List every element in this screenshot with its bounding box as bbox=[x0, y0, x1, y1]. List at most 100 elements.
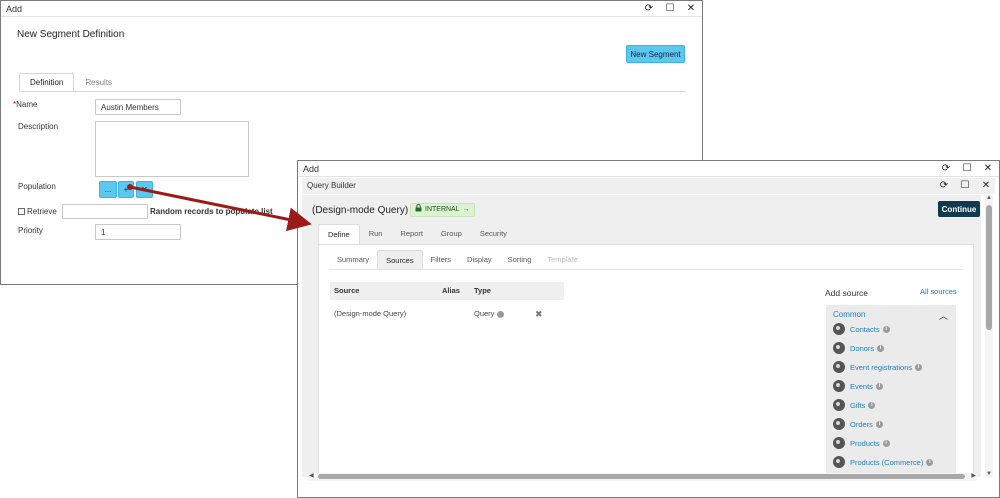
query-builder-bar: Query Builder ⟳ ☐ ✕ bbox=[302, 178, 995, 194]
source-item-events[interactable]: Events i bbox=[833, 378, 883, 394]
horizontal-scrollbar[interactable]: ◀ ▶ bbox=[308, 473, 977, 481]
query-window: Add ⟳ ☐ ✕ Query Builder ⟳ ☐ ✕ (Design-mo… bbox=[297, 160, 1000, 498]
define-panel: Summary Sources Filters Display Sorting … bbox=[318, 244, 974, 477]
tab-definition[interactable]: Definition bbox=[19, 73, 75, 91]
maximize-icon[interactable]: ☐ bbox=[960, 178, 970, 194]
refresh-icon[interactable]: ⟳ bbox=[644, 1, 654, 17]
source-icon bbox=[833, 418, 845, 430]
type-cell: Queryi bbox=[474, 305, 505, 323]
scroll-up-icon[interactable]: ▲ bbox=[985, 195, 993, 201]
info-icon[interactable]: i bbox=[868, 401, 876, 409]
source-icon bbox=[833, 437, 845, 449]
source-item-event-registrations[interactable]: Event registrations i bbox=[833, 359, 923, 375]
source-cell: (Design-mode Query) bbox=[334, 309, 407, 318]
maximize-icon[interactable]: ☐ bbox=[962, 161, 972, 177]
scroll-down-icon[interactable]: ▼ bbox=[985, 471, 993, 477]
source-icon bbox=[833, 456, 845, 468]
column-alias: Alias bbox=[442, 286, 460, 295]
info-icon[interactable]: i bbox=[882, 325, 890, 333]
description-field[interactable] bbox=[95, 121, 249, 177]
info-icon[interactable]: i bbox=[877, 344, 885, 352]
close-icon[interactable]: ✕ bbox=[983, 161, 993, 177]
source-item-orders[interactable]: Orders i bbox=[833, 416, 883, 432]
subtab-sorting[interactable]: Sorting bbox=[500, 250, 540, 269]
priority-field[interactable]: 1 bbox=[95, 224, 181, 240]
info-icon[interactable]: i bbox=[497, 310, 505, 323]
horizontal-scroll-thumb[interactable] bbox=[318, 474, 965, 479]
subtab-sources[interactable]: Sources bbox=[377, 250, 423, 269]
lock-icon bbox=[415, 203, 422, 217]
continue-button[interactable]: Continue bbox=[938, 201, 980, 217]
window-title: Add bbox=[6, 4, 23, 14]
source-item-products-commerce[interactable]: Products (Commerce) i bbox=[833, 454, 934, 470]
add-source-label: Add source bbox=[825, 288, 868, 298]
close-icon[interactable]: ✕ bbox=[686, 1, 696, 17]
vertical-scroll-thumb[interactable] bbox=[986, 205, 992, 330]
source-icon bbox=[833, 399, 845, 411]
query-builder-content: (Design-mode Query) INTERNAL → Continue … bbox=[302, 195, 981, 477]
tab-define[interactable]: Define bbox=[318, 224, 360, 244]
source-icon bbox=[833, 361, 845, 373]
subtab-divider bbox=[329, 269, 963, 270]
retrieve-count-field[interactable] bbox=[62, 204, 148, 219]
tab-divider bbox=[19, 91, 686, 92]
maximize-icon[interactable]: ☐ bbox=[665, 1, 675, 17]
source-item-products[interactable]: Products i bbox=[833, 435, 890, 451]
define-subtabs: Summary Sources Filters Display Sorting … bbox=[329, 250, 586, 269]
retrieve-checkbox[interactable] bbox=[18, 208, 25, 215]
table-row[interactable]: (Design-mode Query) Queryi ✖ bbox=[330, 305, 564, 323]
scroll-right-icon[interactable]: ▶ bbox=[971, 472, 976, 479]
description-label: Description bbox=[18, 122, 59, 131]
tab-report[interactable]: Report bbox=[391, 224, 432, 244]
info-icon[interactable]: i bbox=[915, 363, 923, 371]
source-icon bbox=[833, 380, 845, 392]
scroll-left-icon[interactable]: ◀ bbox=[309, 472, 314, 479]
tab-results[interactable]: Results bbox=[74, 73, 123, 91]
query-builder-title: Query Builder bbox=[307, 181, 356, 190]
source-icon bbox=[833, 342, 845, 354]
info-icon[interactable]: i bbox=[875, 382, 883, 390]
common-sources-group: Common ︿ Contacts i Donors i Event regis… bbox=[826, 305, 956, 475]
info-icon[interactable]: i bbox=[882, 439, 890, 447]
subtab-summary[interactable]: Summary bbox=[329, 250, 377, 269]
random-records-label: Random records to populate list bbox=[150, 207, 273, 216]
chevron-up-icon[interactable]: ︿ bbox=[939, 309, 948, 322]
info-icon[interactable]: i bbox=[926, 458, 934, 466]
retrieve-label: Retrieve bbox=[27, 207, 57, 216]
page-title: New Segment Definition bbox=[17, 29, 125, 40]
vertical-scrollbar[interactable]: ▲ ▼ bbox=[985, 195, 993, 477]
window-titlebar: Add ⟳ ☐ ✕ bbox=[298, 161, 999, 177]
query-title: (Design-mode Query) bbox=[312, 205, 409, 216]
internal-badge[interactable]: INTERNAL → bbox=[410, 203, 475, 217]
subtab-display[interactable]: Display bbox=[459, 250, 500, 269]
window-titlebar: Add ⟳ ☐ ✕ bbox=[1, 1, 702, 17]
common-group-header[interactable]: Common bbox=[833, 310, 865, 319]
tab-security[interactable]: Security bbox=[471, 224, 516, 244]
close-icon[interactable]: ✕ bbox=[981, 178, 991, 194]
population-add-button[interactable]: + bbox=[118, 181, 134, 198]
population-clear-button[interactable]: ✕ bbox=[136, 181, 153, 198]
source-icon bbox=[833, 323, 845, 335]
tab-group[interactable]: Group bbox=[432, 224, 471, 244]
remove-icon[interactable]: ✖ bbox=[535, 305, 543, 323]
subtab-filters[interactable]: Filters bbox=[423, 250, 459, 269]
source-item-contacts[interactable]: Contacts i bbox=[833, 321, 890, 337]
population-browse-button[interactable]: ... bbox=[99, 181, 117, 198]
arrow-right-icon: → bbox=[462, 206, 470, 213]
priority-label: Priority bbox=[18, 226, 43, 235]
segment-tabs: Definition Results bbox=[19, 73, 123, 91]
source-item-gifts[interactable]: Gifts i bbox=[833, 397, 876, 413]
subtab-template: Template bbox=[547, 255, 578, 264]
refresh-icon[interactable]: ⟳ bbox=[941, 161, 951, 177]
all-sources-link[interactable]: All sources bbox=[920, 287, 957, 296]
name-label: *Name bbox=[13, 100, 38, 109]
refresh-icon[interactable]: ⟳ bbox=[939, 178, 949, 194]
info-icon[interactable]: i bbox=[875, 420, 883, 428]
source-item-donors[interactable]: Donors i bbox=[833, 340, 885, 356]
source-table-header: Source Alias Type bbox=[330, 282, 564, 300]
tab-run[interactable]: Run bbox=[360, 224, 392, 244]
new-segment-button[interactable]: New Segment bbox=[626, 45, 685, 63]
window-title: Add bbox=[303, 164, 320, 174]
name-field[interactable]: Austin Members bbox=[95, 99, 181, 115]
column-source: Source bbox=[334, 286, 360, 295]
